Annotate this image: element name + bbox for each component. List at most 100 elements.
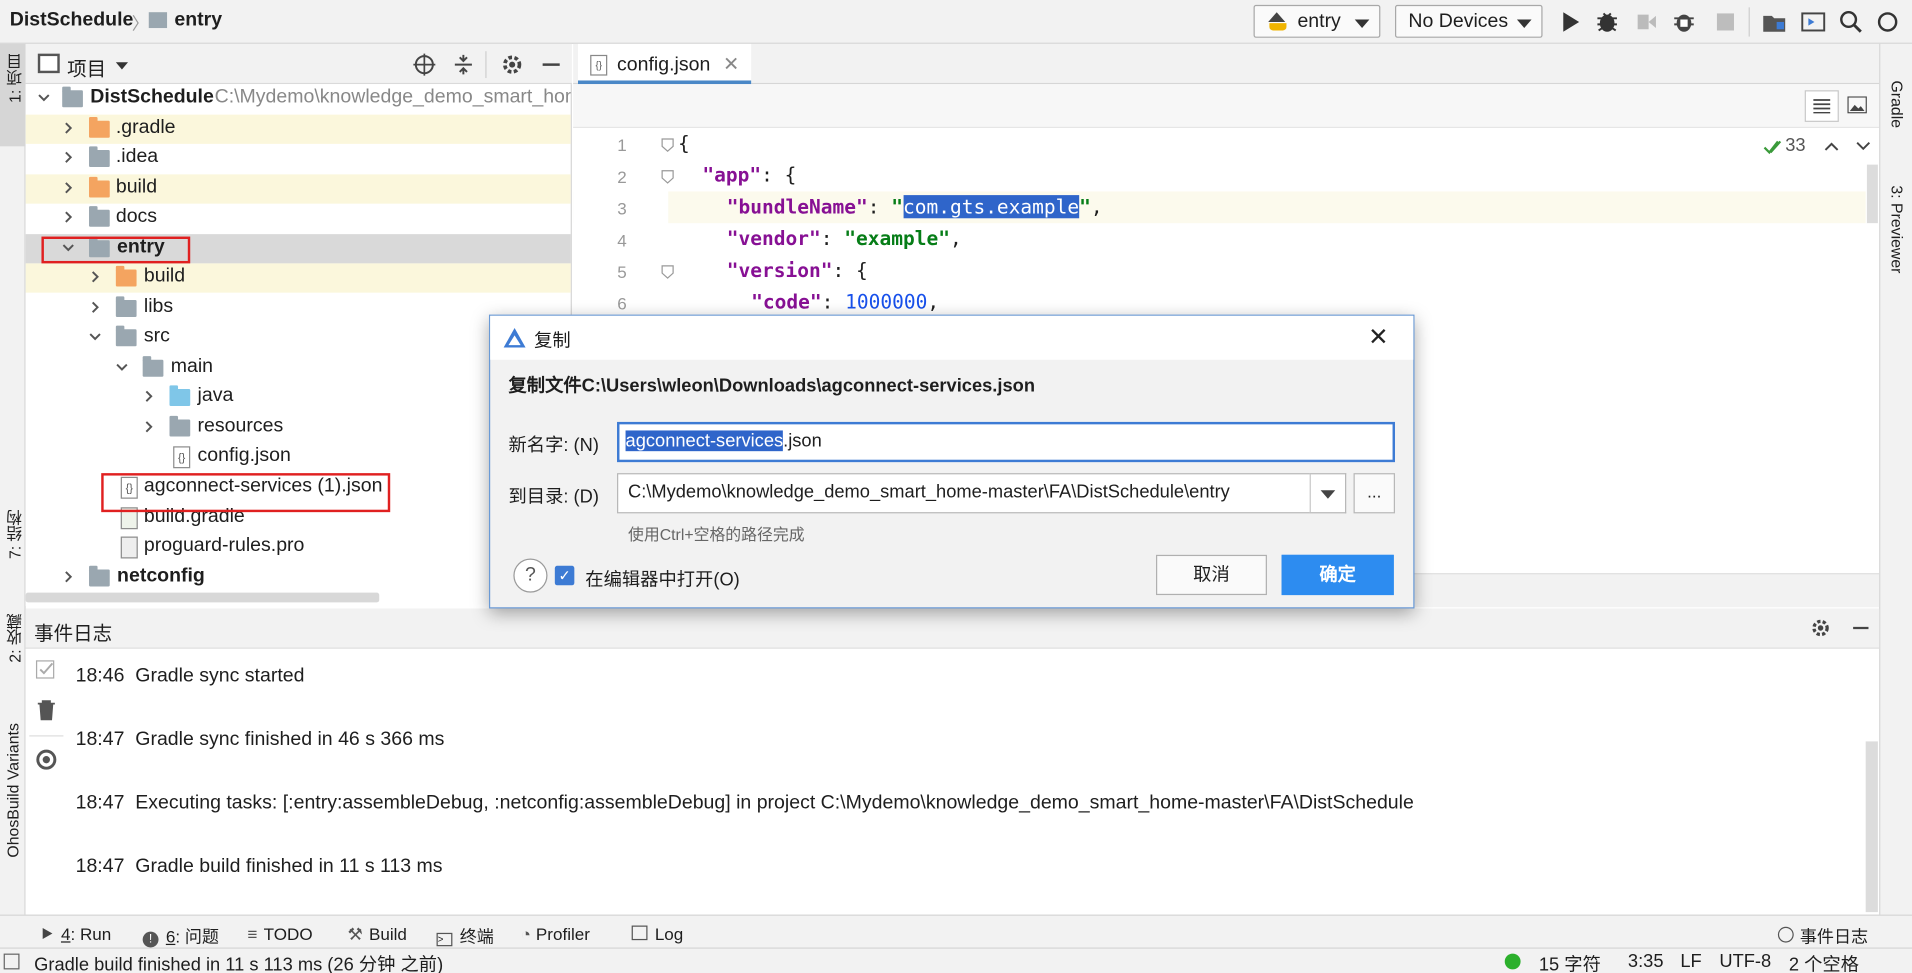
target-dir-input[interactable]: C:\Mydemo\knowledge_demo_smart_home-mast…	[617, 473, 1347, 514]
project-panel-title[interactable]: 项目	[67, 52, 106, 81]
ok-button[interactable]: 确定	[1281, 554, 1394, 596]
previewer-tool-tab[interactable]: 3: Previewer	[1880, 166, 1912, 300]
chevron-right-icon[interactable]	[62, 211, 74, 223]
mark-read-icon[interactable]	[35, 660, 57, 682]
problems-tab-mnemonic: 6	[165, 926, 176, 947]
preview-image-icon[interactable]	[1847, 96, 1867, 114]
tree-item[interactable]: .gradle	[25, 114, 571, 144]
stop-icon[interactable]	[1713, 10, 1737, 34]
gradle-tool-tab[interactable]: Gradle	[1880, 56, 1912, 141]
event-log-tab[interactable]: 事件日志	[1777, 924, 1868, 948]
locate-icon[interactable]	[412, 52, 436, 76]
chevron-down-icon[interactable]	[89, 330, 101, 342]
gear-icon[interactable]	[500, 52, 524, 76]
profiler-tab[interactable]: ◔ Profiler	[521, 924, 590, 944]
hammer-icon: ⚒	[347, 924, 363, 944]
text-view-button[interactable]	[1804, 90, 1839, 122]
project-tool-tab[interactable]: 1: 项目	[0, 43, 26, 147]
horizontal-scrollbar[interactable]	[25, 592, 380, 603]
status-bar: Gradle build finished in 11 s 113 ms (26…	[0, 947, 1912, 973]
run-tab[interactable]: 4: Run	[41, 924, 111, 944]
tree-item[interactable]: .idea	[26, 144, 571, 173]
chevron-down-icon[interactable]	[116, 361, 128, 373]
chevron-down-icon[interactable]	[38, 91, 50, 103]
tree-item-label: src	[143, 325, 170, 347]
trash-icon[interactable]	[37, 699, 57, 721]
chevron-right-icon[interactable]	[143, 421, 155, 433]
run-icon[interactable]	[1558, 10, 1582, 34]
chevron-right-icon[interactable]	[62, 571, 74, 583]
log-scrollbar[interactable]	[1865, 741, 1878, 913]
help-button[interactable]: ?	[513, 558, 548, 593]
browse-button[interactable]: ...	[1353, 473, 1395, 514]
editor-tab-config-json[interactable]: {} config.json ✕	[577, 43, 752, 85]
profile-icon[interactable]	[1672, 10, 1696, 34]
run-config-icon-base	[1269, 23, 1287, 31]
tree-item-label: .idea	[115, 146, 159, 168]
minimize-icon[interactable]	[1850, 617, 1872, 639]
chevron-up-icon[interactable]	[1824, 141, 1839, 151]
device-select[interactable]: No Devices	[1394, 4, 1543, 38]
run-config-select[interactable]: entry	[1253, 4, 1381, 38]
chevron-right-icon[interactable]	[62, 182, 74, 194]
problems-tab[interactable]: ! 6: 问题	[142, 924, 219, 948]
close-icon[interactable]: ✕	[1368, 322, 1388, 352]
tree-item-label: docs	[115, 206, 158, 227]
close-icon[interactable]: ✕	[723, 55, 739, 76]
tree-item-label: config.json	[197, 445, 291, 466]
top-toolbar: DistSchedule 〉 entry entry No Devices	[0, 0, 1912, 44]
chevron-down-icon[interactable]	[115, 62, 129, 70]
favorites-tool-label: 2: 收藏	[6, 613, 25, 663]
status-message[interactable]: Gradle build finished in 11 s 113 ms (26…	[34, 951, 443, 973]
tree-item[interactable]: build	[25, 174, 571, 204]
chevron-right-icon[interactable]	[89, 301, 101, 313]
line-separator[interactable]: LF	[1680, 951, 1701, 972]
chevron-down-icon[interactable]	[1856, 141, 1871, 151]
log-tab[interactable]: Log	[631, 924, 683, 944]
collapse-all-icon[interactable]	[451, 52, 475, 76]
tree-item[interactable]: docs	[26, 204, 571, 233]
breadcrumb-project[interactable]: DistSchedule	[10, 10, 134, 32]
settings-icon[interactable]	[34, 747, 58, 771]
fold-icon[interactable]	[661, 138, 674, 153]
chevron-right-icon[interactable]	[143, 390, 155, 402]
build-tab[interactable]: ⚒ Build	[348, 924, 407, 945]
fold-icon[interactable]	[661, 265, 674, 280]
toggle-tool-windows-icon[interactable]	[3, 953, 20, 970]
fold-icon[interactable]	[661, 169, 674, 184]
chevron-right-icon[interactable]	[62, 122, 74, 134]
caret-position[interactable]: 3:35	[1628, 951, 1664, 972]
build-variants-tool-tab[interactable]: OhosBuild Variants	[0, 721, 26, 898]
structure-tool-tab[interactable]: 7: 结构	[0, 507, 26, 605]
chevron-right-icon[interactable]	[62, 151, 74, 163]
tree-item[interactable]: build	[25, 263, 571, 293]
tree-root[interactable]: DistSchedule C:\Mydemo\knowledge_demo_sm…	[26, 84, 571, 113]
tree-item-label: .gradle	[115, 117, 176, 138]
todo-tab[interactable]: ≡ TODO	[248, 924, 313, 944]
favorites-tool-tab[interactable]: 2: 收藏	[0, 608, 26, 699]
search-icon[interactable]	[1839, 10, 1863, 34]
file-encoding[interactable]: UTF-8	[1719, 951, 1771, 972]
gear-icon[interactable]	[1810, 617, 1832, 639]
terminal-tab[interactable]: > 终端	[436, 924, 494, 948]
new-name-input[interactable]: agconnect-services.json	[617, 421, 1395, 463]
open-in-editor-label[interactable]: 在编辑器中打开(O)	[585, 566, 739, 592]
log-entry: 18:47 Gradle sync finished in 46 s 366 m…	[76, 729, 445, 751]
highlight-box-agconnect	[101, 473, 391, 513]
indent-setting[interactable]: 2 个空格	[1789, 951, 1859, 973]
inspection-count[interactable]: 33	[1785, 135, 1805, 156]
breadcrumb-module[interactable]: entry	[174, 10, 222, 32]
editor-scrollbar[interactable]	[1866, 164, 1878, 224]
attach-debugger-icon[interactable]	[1634, 10, 1658, 34]
chevron-right-icon[interactable]	[89, 271, 101, 283]
device-manager-icon[interactable]	[1801, 10, 1826, 34]
project-structure-icon[interactable]	[1762, 10, 1786, 34]
debug-icon[interactable]	[1595, 10, 1619, 34]
terminal-tab-label: 终端	[459, 926, 494, 947]
log-text: Gradle build finished in 11 s 113 ms	[135, 856, 443, 877]
target-dir-dropdown[interactable]	[1309, 473, 1347, 514]
minimize-icon[interactable]	[539, 52, 563, 76]
settings-icon[interactable]	[1875, 10, 1899, 34]
open-in-editor-checkbox[interactable]: ✓	[554, 565, 575, 586]
cancel-button[interactable]: 取消	[1155, 554, 1267, 596]
